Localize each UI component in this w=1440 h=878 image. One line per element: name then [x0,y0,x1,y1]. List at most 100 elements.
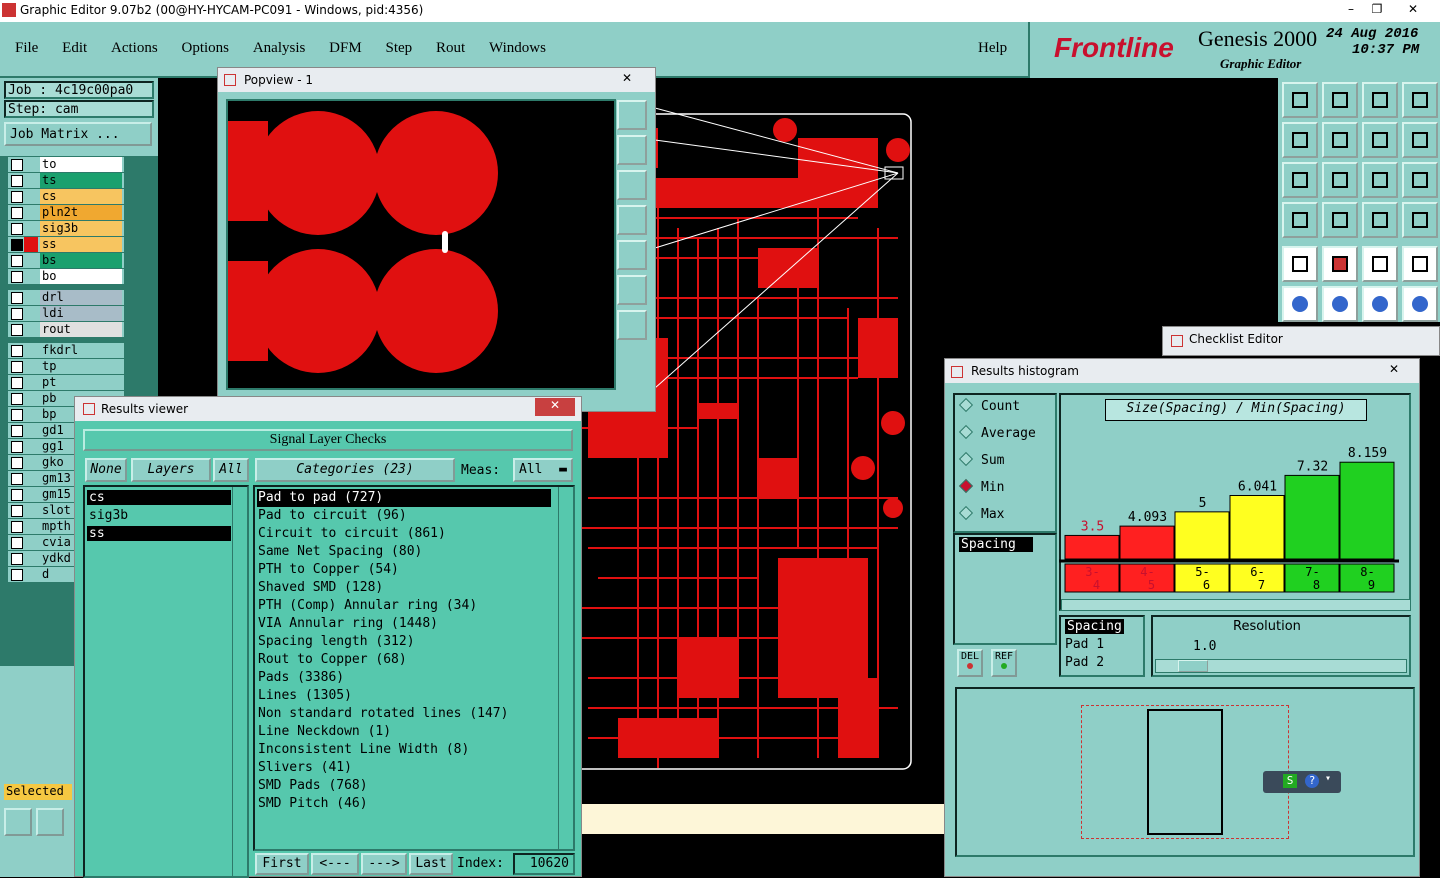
category-item[interactable]: Circuit to circuit (861) [257,525,551,543]
scrollbar[interactable] [232,487,247,876]
scale-icon[interactable] [1362,162,1398,198]
layers-all-button[interactable]: All [213,458,249,482]
layer-checkbox[interactable] [11,207,23,219]
chevron-down-icon[interactable]: ▾ [1325,773,1331,784]
slider-handle[interactable] [1178,660,1208,672]
popview-pan-icon[interactable] [617,310,647,340]
popview-left-icon[interactable] [617,205,647,235]
menu-dfm[interactable]: DFM [329,40,362,56]
list-item[interactable]: Spacing [959,537,1033,552]
layer-row[interactable]: ldi [8,306,124,321]
maximize-button[interactable]: ❐ [1366,2,1388,18]
flip-icon[interactable] [1402,122,1438,158]
rotate-icon[interactable] [1362,122,1398,158]
window-icon[interactable] [1402,82,1438,118]
category-item[interactable]: SMD Pads (768) [257,777,551,795]
menu-help[interactable]: Help [978,40,1007,57]
layer-checkbox[interactable] [11,239,23,251]
option-average[interactable]: Average [958,424,1036,441]
layer-row[interactable]: drl [8,290,124,305]
settings-icon[interactable] [1282,202,1318,238]
popview-fit-icon[interactable] [617,275,647,305]
zoom-fit-icon[interactable] [4,808,32,836]
category-item[interactable]: PTH (Comp) Annular ring (34) [257,597,551,615]
attr-item[interactable]: Spacing [1065,619,1124,634]
save-icon[interactable] [1322,82,1358,118]
option-sum[interactable]: Sum [958,451,1004,468]
layer-checkbox[interactable] [11,505,23,517]
menu-actions[interactable]: Actions [111,40,158,56]
layer-checkbox[interactable] [11,255,23,267]
pan-left-icon[interactable] [1282,122,1318,158]
option-max[interactable]: Max [958,505,1004,522]
zoom-center-icon[interactable] [1322,162,1358,198]
scrollbar[interactable] [558,487,573,849]
next-button[interactable]: ---> [361,853,407,875]
fit-screen-icon[interactable] [1282,162,1318,198]
first-button[interactable]: First [255,853,309,875]
category-item[interactable]: Pad to pad (727) [257,489,551,507]
menu-file[interactable]: File [15,40,38,56]
layer-checkbox[interactable] [11,271,23,283]
attr-list[interactable]: Spacing Pad 1 Pad 2 [1059,615,1145,677]
attr-item[interactable]: Pad 1 [1065,637,1104,652]
layer-checkbox[interactable] [11,361,23,373]
line-icon[interactable] [1362,286,1398,322]
help-icon[interactable]: ? [1305,774,1319,788]
category-item[interactable]: Non standard rotated lines (147) [257,705,551,723]
menu-edit[interactable]: Edit [62,40,87,56]
popview-down-icon[interactable] [617,170,647,200]
list-item[interactable]: ss [87,526,231,541]
layer-row[interactable]: sig3b [8,221,124,236]
layer-checkbox[interactable] [11,409,23,421]
pad-icon[interactable] [1402,246,1438,282]
layer-row[interactable]: ts [8,173,124,188]
popview-zoom-icon[interactable] [617,100,647,130]
histogram-bar[interactable] [1064,534,1120,560]
menu-rout[interactable]: Rout [436,40,465,56]
histogram-bar[interactable] [1339,461,1395,560]
layer-row[interactable]: to [8,157,124,172]
category-item[interactable]: Same Net Spacing (80) [257,543,551,561]
layer-row[interactable]: cs [8,189,124,204]
option-count[interactable]: Count [958,397,1020,414]
layers-none-button[interactable]: None [85,458,127,482]
histogram-close-button[interactable]: ✕ [1389,362,1399,376]
prev-button[interactable]: <--- [311,853,359,875]
popview-up-icon[interactable] [617,135,647,165]
menu-windows[interactable]: Windows [489,40,546,56]
histogram-scrollbar[interactable] [1061,599,1411,611]
minimize-button[interactable]: – [1340,2,1362,18]
home-icon[interactable] [1282,82,1318,118]
popview-close-button[interactable]: ✕ [622,71,632,85]
color-alt-icon[interactable] [1402,202,1438,238]
list-item[interactable]: sig3b [87,508,231,523]
histogram-bar[interactable] [1174,511,1230,560]
line-alt-icon[interactable] [1402,286,1438,322]
last-button[interactable]: Last [409,853,453,875]
layer-checkbox[interactable] [11,569,23,581]
close-button[interactable]: ✕ [1400,2,1426,18]
category-item[interactable]: Line Neckdown (1) [257,723,551,741]
category-item[interactable]: Rout to Copper (68) [257,651,551,669]
layer-checkbox[interactable] [11,191,23,203]
layer-checkbox[interactable] [11,345,23,357]
layer-row[interactable]: pln2t [8,205,124,220]
category-item[interactable]: VIA Annular ring (1448) [257,615,551,633]
layer-checkbox[interactable] [11,489,23,501]
del-button[interactable]: DEL [957,649,983,677]
grid-icon[interactable] [1322,202,1358,238]
category-item[interactable]: Pad to circuit (96) [257,507,551,525]
layer-row[interactable]: bo [8,269,124,284]
layer-result-list[interactable]: cs sig3b ss [83,485,249,878]
layer-row[interactable]: bs [8,253,124,268]
index-input[interactable]: 10620 [513,853,575,875]
popview-right-icon[interactable] [617,240,647,270]
layer-checkbox[interactable] [11,457,23,469]
zoom-area-icon[interactable] [36,808,64,836]
layer-row[interactable]: tp [8,359,124,374]
pan-right-icon[interactable] [1322,122,1358,158]
layer-checkbox[interactable] [11,425,23,437]
layer-checkbox[interactable] [11,441,23,453]
menu-analysis[interactable]: Analysis [253,40,306,56]
